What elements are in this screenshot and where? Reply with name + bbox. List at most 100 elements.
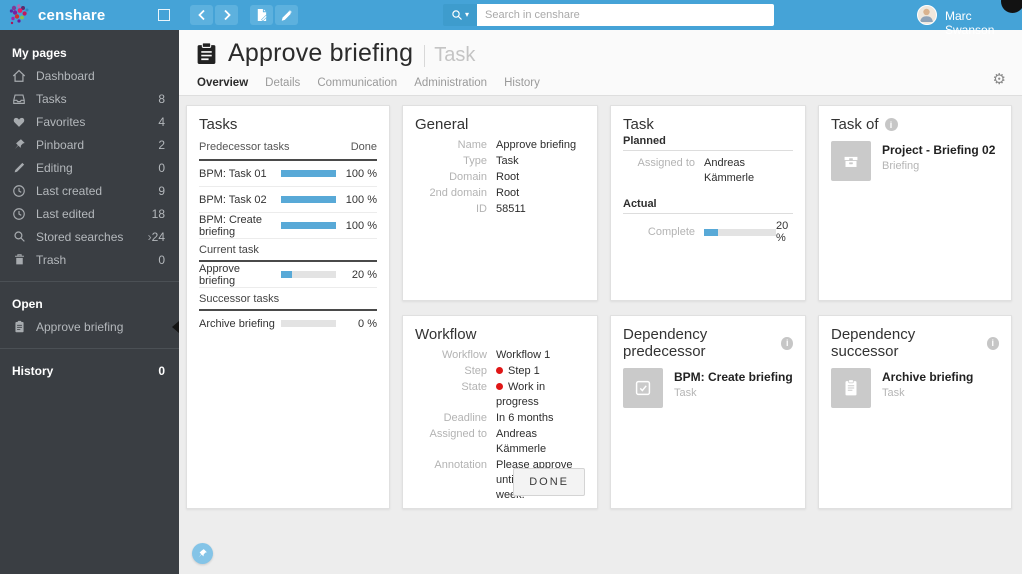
dependency-successor-card: Dependency successor i Archive briefing … [818,315,1012,509]
asset-thumbnail [831,141,871,181]
pencil-icon [12,161,26,175]
task-row-current[interactable]: Approve briefing 20 % [199,262,377,288]
card-title: Task [623,116,654,133]
field-value: Andreas Kämmerle [704,157,755,184]
progress-bar [281,196,336,203]
tasks-card: Tasks Predecessor tasks Done BPM: Task 0… [186,105,390,509]
field-label: Assigned to [637,157,695,169]
field-value: Approve briefing [496,139,577,151]
workflow-card: Workflow Workflow Workflow 1 Step Step 1 S… [402,315,598,509]
field-row: 2nd domain Root [403,186,597,201]
tab-communication[interactable]: Communication [317,77,397,89]
tab-administration[interactable]: Administration [414,77,487,89]
asset-title: BPM: Create briefing [674,370,793,384]
field-label: Complete [647,226,695,238]
task-row[interactable]: Archive briefing 0 % [199,311,377,336]
pen-icon [281,9,293,21]
sidebar-item-label: Last edited [36,206,95,221]
sidebar-item-last-edited[interactable]: Last edited 18 [0,202,179,225]
asset-item-project[interactable]: Project - Briefing 02 Briefing [819,138,1011,184]
column-header-done: Done [350,141,377,153]
general-card: General Name Approve briefing Type Task Do… [402,105,598,301]
task-card: Task Planned Assigned to Andreas Kämmerl… [610,105,806,301]
field-label: Deadline [443,412,487,424]
field-label: Assigned to [429,428,487,440]
tab-details[interactable]: Details [265,77,300,89]
section-label: Current task [199,243,259,256]
sidebar-item-tasks[interactable]: Tasks 8 [0,87,179,110]
search-icon [12,230,26,244]
sidebar-item-dashboard[interactable]: Dashboard [0,64,179,87]
complete-row: Complete 20 % [611,219,805,254]
user-avatar[interactable] [917,5,937,25]
censhare-logo-icon [9,4,29,25]
workspace-icon[interactable] [158,9,170,21]
sidebar-item-trash[interactable]: Trash 0 [0,248,179,271]
task-row[interactable]: BPM: Task 02 100 % [199,187,377,213]
field-label: Domain [449,171,487,183]
task-check-icon [635,380,651,396]
field-value: Step 1 [496,364,585,379]
sidebar-item-favorites[interactable]: Favorites 4 [0,110,179,133]
heart-icon [12,115,26,129]
page-subtitle: Task [434,44,476,66]
task-row[interactable]: BPM: Create briefing 100 % [199,213,377,239]
search-scope-button[interactable]: ▾ [443,4,477,26]
sidebar-item-label: Pinboard [36,137,85,152]
task-row-label: BPM: Task 02 [199,193,267,206]
clipboard-icon [845,379,857,396]
forward-button[interactable] [215,5,238,25]
edit-tool-button[interactable] [275,5,298,25]
task-row[interactable]: BPM: Task 01 100 % [199,161,377,187]
gear-icon[interactable]: ⚙ [993,72,1006,87]
chevron-down-icon: ▾ [464,10,469,19]
sidebar-item-count: 8 [158,91,165,106]
pin-fab-button[interactable] [192,543,213,564]
section-label: Successor tasks [199,292,280,305]
tab-overview[interactable]: Overview [197,77,248,89]
title-divider [424,44,426,67]
info-icon[interactable]: i [884,118,898,131]
new-asset-button[interactable] [250,5,273,25]
task-row-label: BPM: Create briefing [199,213,262,238]
back-button[interactable] [190,5,213,25]
app-window: censhare ▾ Marc Swans [0,0,1022,574]
field-label: State [461,381,487,393]
asset-title: Project - Briefing 02 [882,143,996,157]
sidebar-section-history[interactable]: History 0 [0,359,179,382]
topbar: censhare ▾ Marc Swans [0,0,1022,37]
field-label: Step [464,365,487,377]
field-label: Type [463,155,487,167]
sidebar-item-label: Dashboard [36,68,95,83]
task-row-percent: 20 % [351,268,377,281]
assigned-row: Assigned to Andreas Kämmerle [611,156,805,186]
user-name[interactable]: Marc Swanson [945,9,1022,37]
done-button[interactable]: DONE [513,468,585,496]
sidebar-item-stored-searches[interactable]: Stored searches › 24 [0,225,179,248]
document-icon [257,8,268,22]
card-title: General [415,116,469,133]
censhare-logo[interactable]: censhare [8,2,105,28]
sidebar-item-pinboard[interactable]: Pinboard 2 [0,133,179,156]
main-content: Approve briefing Task Overview Details C… [179,30,1022,574]
sidebar-item-editing[interactable]: Editing 0 [0,156,179,179]
sidebar-item-label: Trash [36,252,67,267]
search-input[interactable] [477,4,774,26]
sidebar-item-count: 24 [151,229,165,244]
sidebar-item-open-approve-briefing[interactable]: Approve briefing [0,315,179,338]
asset-item-successor[interactable]: Archive briefing Task [819,365,1011,411]
info-icon[interactable]: i [781,336,793,350]
field-label: Workflow [441,349,487,361]
asset-item-predecessor[interactable]: BPM: Create briefing Task [611,365,805,411]
sidebar-item-count: 4 [158,114,165,129]
sidebar-item-last-created[interactable]: Last created 9 [0,179,179,202]
clipboard-icon [12,320,26,334]
sidebar-item-count: 18 [151,206,165,221]
field-row: Step Step 1 [403,364,597,379]
tab-history[interactable]: History [504,77,540,89]
chevron-left-icon [197,9,205,21]
column-header-predecessor: Predecessor tasks [199,141,290,153]
asset-subtitle: Briefing [882,160,920,172]
task-row-label: Archive briefing [199,317,275,330]
info-icon[interactable]: i [986,336,999,350]
